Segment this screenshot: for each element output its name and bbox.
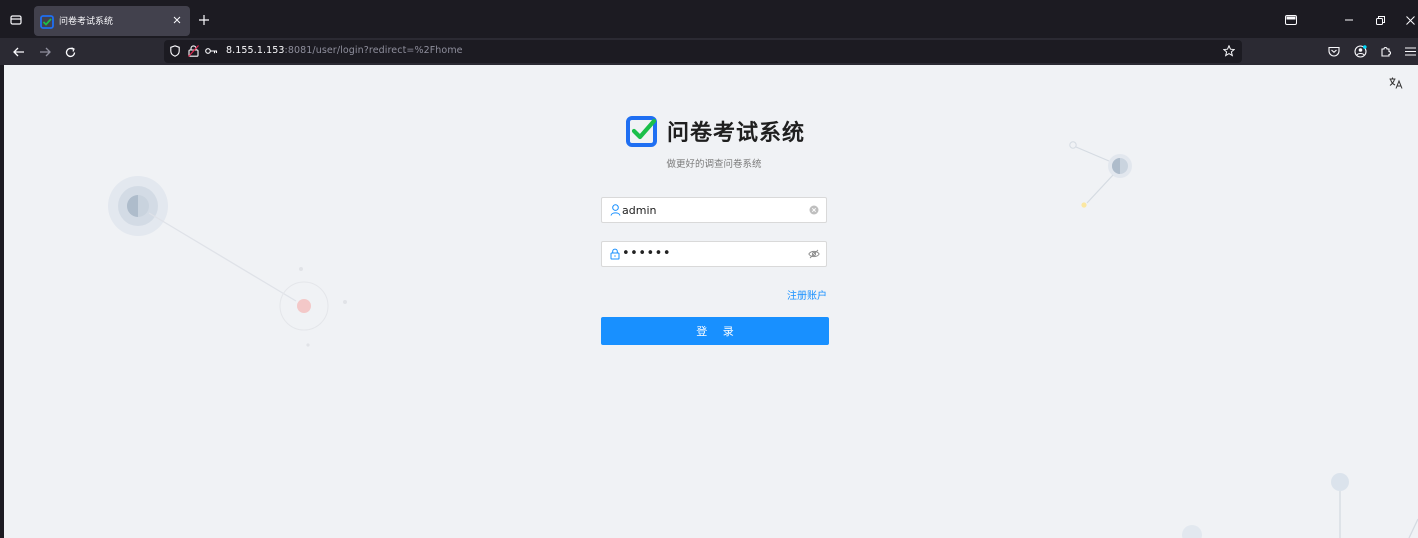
app-subtitle: 做更好的调查问卷系统 [666, 159, 762, 170]
forward-arrow-icon[interactable] [36, 43, 54, 61]
key-icon[interactable] [204, 44, 218, 58]
tab-close-icon[interactable] [170, 13, 184, 27]
browser-tab-active[interactable]: 问卷考试系统 [34, 6, 190, 36]
url-bar[interactable]: 8.155.1.153:8081/user/login?redirect=%2F… [164, 40, 1242, 63]
username-field[interactable] [601, 197, 827, 223]
insecure-lock-icon[interactable] [186, 44, 200, 58]
pocket-icon[interactable] [1326, 43, 1342, 59]
hamburger-menu-icon[interactable] [1402, 43, 1418, 59]
restore-icon[interactable] [1373, 13, 1387, 27]
password-field[interactable] [601, 241, 827, 267]
window-close-icon[interactable] [1403, 13, 1417, 27]
login-button[interactable]: 登 录 [601, 317, 829, 345]
account-avatar-icon[interactable] [1352, 43, 1368, 59]
password-input[interactable] [622, 243, 802, 263]
checkbox-favicon-icon [40, 14, 54, 29]
url-host: 8.155.1.153 [226, 45, 285, 56]
url-path: :8081/user/login?redirect=%2Fhome [284, 45, 463, 56]
shield-icon[interactable] [168, 44, 182, 58]
browser-navigation-bar: 8.155.1.153:8081/user/login?redirect=%2F… [0, 38, 1418, 65]
minimize-icon[interactable] [1342, 13, 1356, 27]
lock-icon [609, 247, 621, 261]
username-input[interactable] [622, 200, 802, 220]
back-arrow-icon[interactable] [10, 43, 28, 61]
translate-icon[interactable] [1388, 75, 1404, 91]
login-page: 问卷考试系统 做更好的调查问卷系统 注册账户 登 录 [4, 65, 1418, 538]
eye-invisible-icon[interactable] [808, 248, 820, 260]
extensions-puzzle-icon[interactable] [1378, 43, 1394, 59]
bookmark-star-icon[interactable] [1222, 44, 1236, 58]
tab-list-icon[interactable] [6, 10, 26, 30]
user-icon [609, 203, 621, 217]
app-brand: 问卷考试系统 [625, 115, 805, 147]
new-tab-plus-icon[interactable] [196, 12, 212, 28]
url-text[interactable]: 8.155.1.153:8081/user/login?redirect=%2F… [226, 45, 463, 56]
clear-input-icon[interactable] [808, 204, 820, 216]
register-account-link[interactable]: 注册账户 [601, 287, 827, 302]
browser-tab-bar: 问卷考试系统 [0, 0, 1418, 38]
tab-title: 问卷考试系统 [59, 17, 114, 27]
checkbox-logo-icon [626, 115, 657, 147]
app-title: 问卷考试系统 [667, 121, 806, 146]
picture-in-picture-icon[interactable] [1284, 13, 1298, 27]
reload-icon[interactable] [61, 43, 79, 61]
